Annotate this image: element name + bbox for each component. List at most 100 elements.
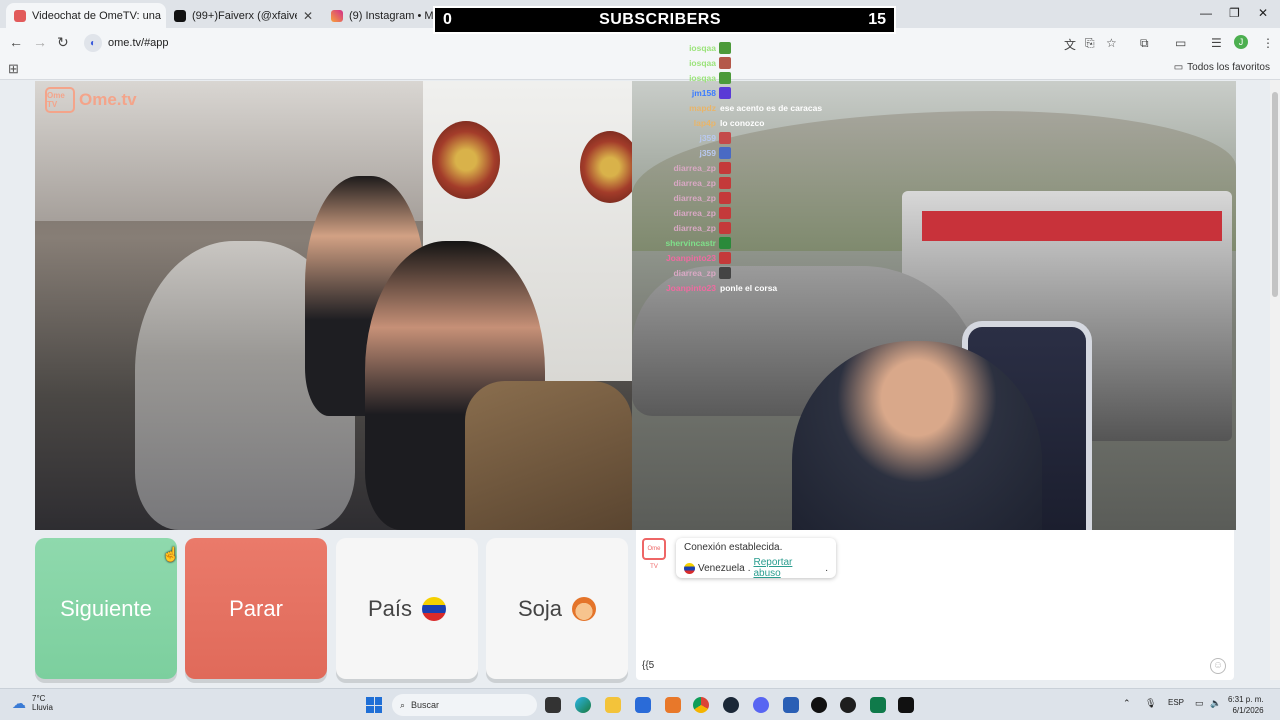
system-message: Conexión establecida. Venezuela . Report…	[676, 538, 836, 579]
app-icon[interactable]	[783, 697, 799, 713]
next-label: Siguiente	[60, 595, 152, 621]
stop-button[interactable]: Parar	[185, 538, 327, 679]
all-bookmarks[interactable]: ▭ Todos los favoritos	[1174, 62, 1270, 73]
store-icon[interactable]	[635, 697, 651, 713]
chat-message: lo conozco	[720, 117, 765, 128]
chat-line: mapdz ese acento es de caracas	[640, 100, 822, 115]
armchair	[465, 381, 632, 530]
subscriber-banner: 0 SUBSCRIBERS 15	[433, 6, 896, 34]
minimize-icon[interactable]: —	[1200, 6, 1212, 20]
file-explorer-icon[interactable]	[605, 697, 621, 713]
truck-red-panel	[922, 211, 1222, 241]
apps-grid-icon[interactable]: ⊞	[8, 61, 19, 77]
app-icon[interactable]	[898, 697, 914, 713]
tab-tiktok[interactable]: (99+)Faiverx (@xfaiverx) | TikTok ✕	[166, 3, 321, 28]
menu-icon[interactable]: ⋮	[1262, 36, 1274, 50]
app-icon[interactable]	[870, 697, 886, 713]
back-icon[interactable]: ←	[9, 34, 23, 50]
venezuela-flag-icon	[684, 562, 695, 574]
reload-icon[interactable]: ↻	[57, 34, 69, 51]
chrome-icon[interactable]	[693, 697, 709, 713]
page-scrollbar[interactable]	[1270, 80, 1280, 680]
date: 6/1/2026	[1232, 706, 1264, 715]
chat-badge-icon	[719, 71, 731, 84]
taskbar: ☁ 7°C Lluvia ⌕ Buscar ⌃ 🎙 ESP ▭ 🔈 6:31 p…	[0, 688, 1280, 720]
site-info-icon[interactable]: ◐	[84, 34, 102, 52]
chat-badge-icon	[719, 266, 731, 279]
weather-widget[interactable]: ☁ 7°C Lluvia	[12, 694, 53, 712]
chat-username: Joanpinto23	[665, 252, 716, 263]
ometv-chat-logo-icon: Ome TV	[642, 538, 666, 570]
chat-badge-icon	[719, 251, 731, 264]
country-button[interactable]: País	[336, 538, 478, 679]
app-icon[interactable]	[665, 697, 681, 713]
discord-icon[interactable]	[753, 697, 769, 713]
report-abuse-link[interactable]: Reportar abuso	[753, 557, 822, 579]
gender-label: Soja	[517, 595, 563, 621]
chat-badge-icon	[719, 191, 731, 204]
bookmark-star-icon[interactable]: ☆	[1106, 36, 1117, 50]
task-view-icon[interactable]	[545, 697, 561, 713]
network-icon[interactable]: ▭	[1195, 698, 1204, 709]
chat-username: iosqaa	[689, 42, 716, 53]
time: 6:31 p. m.	[1228, 695, 1264, 704]
chat-line: iosqaa	[640, 55, 731, 70]
message-input[interactable]: {{5	[642, 660, 654, 671]
emoji-icon[interactable]: ☺	[1210, 658, 1226, 674]
volume-icon[interactable]: 🔈	[1210, 698, 1221, 709]
tab-title: (9) Instagram • Mensajes	[349, 9, 433, 22]
gender-button[interactable]: Soja	[486, 538, 628, 679]
language-indicator[interactable]: ESP	[1168, 698, 1184, 707]
remote-video: Ome TV Ome.tv	[35, 81, 632, 530]
app-icon[interactable]	[840, 697, 856, 713]
chat-line: diarrea_zp	[640, 205, 731, 220]
chat-badge-icon	[719, 206, 731, 219]
edge-icon[interactable]	[575, 697, 591, 713]
translate-icon[interactable]: 文	[1064, 36, 1076, 53]
chat-badge-icon	[719, 131, 731, 144]
tray-chevron-icon[interactable]: ⌃	[1123, 698, 1131, 709]
connected-text: Conexión establecida.	[684, 542, 783, 553]
mouse-cursor-icon: ☝	[162, 546, 180, 562]
chat-badge-icon	[719, 41, 731, 54]
profile-avatar[interactable]: J	[1234, 35, 1248, 49]
chat-username: diarrea_zp	[673, 222, 716, 233]
sidepanel-icon[interactable]: ▭	[1175, 36, 1186, 50]
subscriber-goal: 15	[868, 11, 886, 28]
chat-username: jm158	[691, 87, 716, 98]
restore-icon[interactable]: ❐	[1229, 6, 1240, 20]
search-icon: ⌕	[400, 699, 406, 710]
instagram-favicon-icon	[331, 9, 343, 22]
forward-icon[interactable]: →	[33, 34, 47, 50]
chat-line: diarrea_zp	[640, 220, 731, 235]
address-bar[interactable]: ◐ ome.tv/#app	[80, 31, 1050, 55]
chat-username: Joanpinto23	[665, 282, 716, 293]
mic-icon[interactable]: 🎙	[1145, 698, 1156, 709]
media-icon[interactable]: ☰	[1211, 36, 1222, 50]
country-label: País	[367, 595, 413, 621]
extensions-icon[interactable]: ⧉	[1140, 36, 1149, 51]
clock[interactable]: 6:31 p. m. 6/1/2026	[1228, 694, 1264, 716]
tv-logo-icon: Ome TV	[45, 87, 75, 113]
search-placeholder: Buscar	[411, 700, 440, 710]
scrollbar-thumb[interactable]	[1272, 92, 1278, 297]
install-app-icon[interactable]: ⎘	[1085, 36, 1095, 51]
chat-line: Joanpinto23	[640, 250, 731, 265]
chat-line: diarrea_zp	[640, 160, 731, 175]
wall-plate	[432, 121, 500, 199]
chat-username: iosqaa	[689, 57, 716, 68]
tab-instagram[interactable]: (9) Instagram • Mensajes	[323, 3, 433, 28]
close-tab-icon[interactable]: ✕	[303, 9, 313, 23]
chat-message: ponle el corsa	[720, 282, 778, 293]
chat-username: diarrea_zp	[673, 267, 716, 278]
all-bookmarks-label: Todos los favoritos	[1187, 62, 1270, 73]
chat-line: iosqaa	[640, 40, 731, 55]
tiktok-icon[interactable]	[811, 697, 827, 713]
steam-icon[interactable]	[723, 697, 739, 713]
close-window-icon[interactable]: ✕	[1258, 6, 1268, 20]
chat-line: iosqaa	[640, 70, 731, 85]
next-button[interactable]: Siguiente	[35, 538, 177, 679]
taskbar-search[interactable]: ⌕ Buscar	[392, 694, 537, 716]
tab-ometv[interactable]: Videochat de OmeTV: una ✕	[6, 3, 166, 28]
start-icon[interactable]	[366, 697, 382, 713]
